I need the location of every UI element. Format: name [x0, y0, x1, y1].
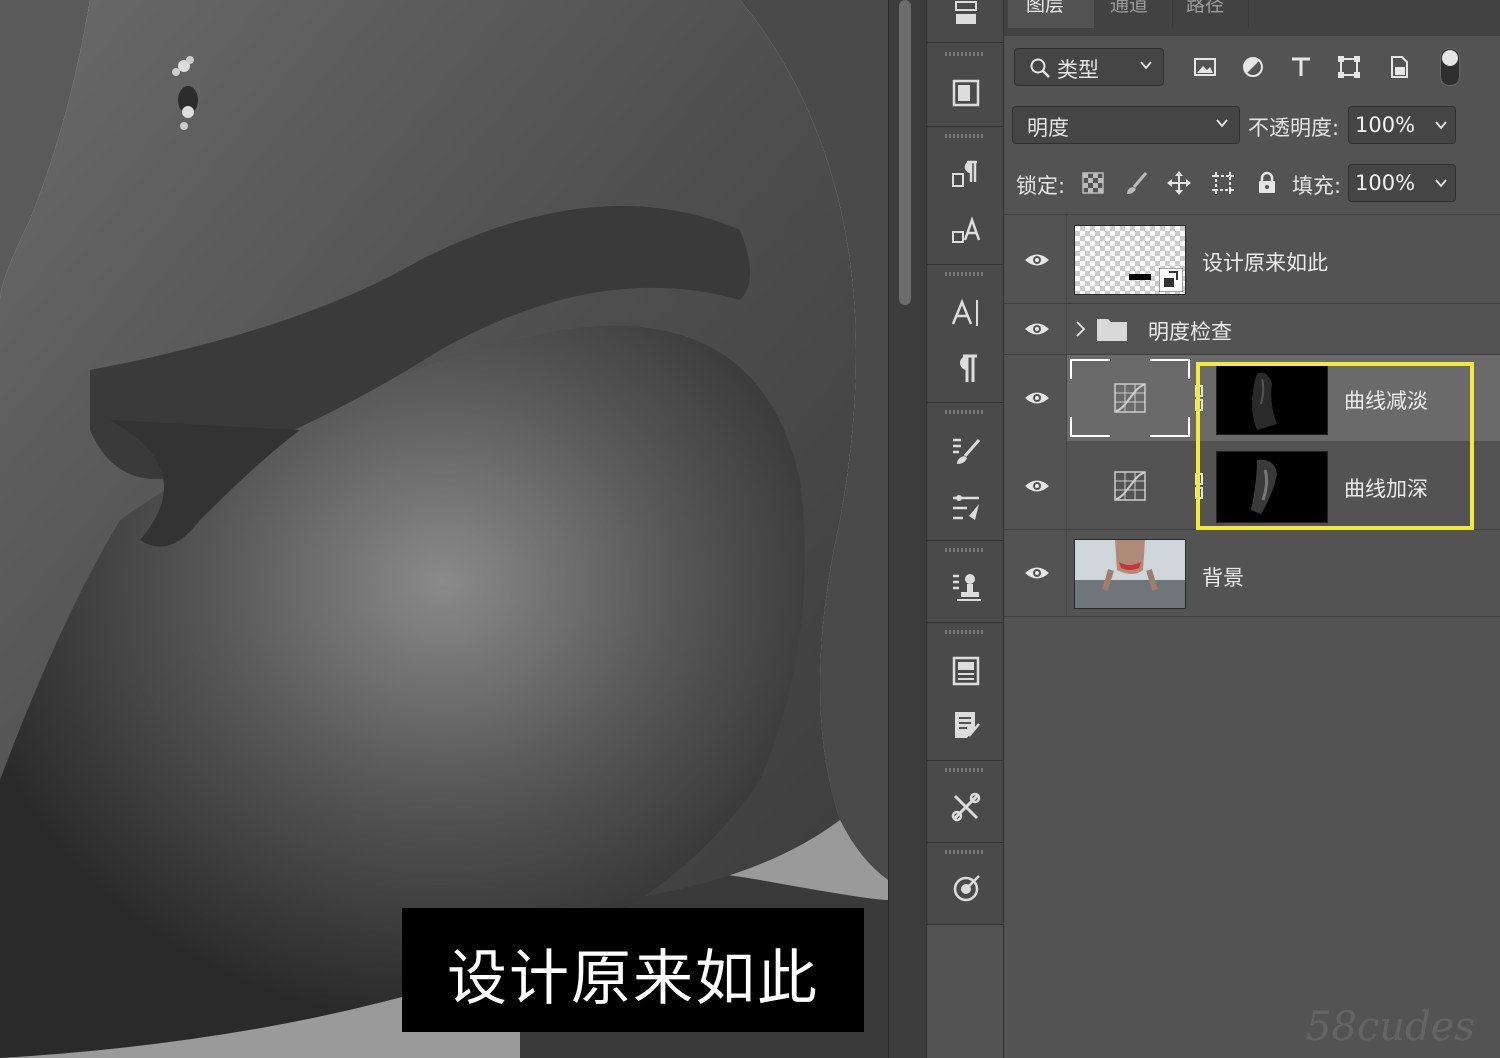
strip-grip[interactable] [945, 52, 985, 56]
lock-artboard-icon[interactable] [1208, 168, 1238, 198]
strip-separator [927, 402, 1003, 403]
curves-icon[interactable] [1114, 471, 1146, 501]
character-styles-icon[interactable] [949, 214, 983, 248]
chevron-down-icon [1435, 179, 1447, 188]
eye-icon[interactable] [1022, 314, 1052, 344]
chevron-right-icon[interactable] [1074, 319, 1088, 339]
filter-pixel-icon[interactable] [1190, 52, 1220, 82]
character-icon[interactable] [949, 296, 983, 330]
caption-box: 设计原来如此 [402, 908, 864, 1032]
clone-source-icon[interactable] [949, 570, 983, 604]
fill-dropdown[interactable] [1426, 164, 1456, 202]
filter-type-icon[interactable] [1286, 52, 1316, 82]
adjustment-thumbnail-selected[interactable] [1070, 359, 1190, 437]
strip-separator [927, 540, 1003, 541]
paragraph-styles-icon[interactable] [949, 158, 983, 192]
strip-separator [927, 126, 1003, 127]
strip-separator [927, 42, 1003, 43]
fill-input[interactable]: 100% [1348, 164, 1428, 202]
photo-image [0, 0, 888, 1058]
chevron-down-icon [1140, 61, 1152, 70]
strip-grip[interactable] [945, 850, 985, 854]
layer-row[interactable]: 设计原来如此 [1004, 215, 1500, 303]
paragraph-icon[interactable] [949, 352, 983, 386]
lock-paint-icon[interactable] [1122, 168, 1152, 198]
tab-channels[interactable]: 通道 [1092, 0, 1173, 28]
strip-grip[interactable] [945, 410, 985, 414]
tools-icon[interactable] [949, 790, 983, 824]
lock-label: 锁定: [1016, 174, 1066, 198]
filter-smart-object-icon[interactable] [1384, 52, 1414, 82]
document-canvas[interactable]: 设计原来如此 [0, 0, 888, 1058]
properties-icon[interactable] [949, 76, 983, 110]
opacity-label: 不透明度: [1248, 116, 1340, 140]
strip-grip[interactable] [945, 272, 985, 276]
highlight-annotation-box [1196, 362, 1474, 530]
layer-row[interactable]: 明度检查 [1004, 304, 1500, 354]
chevron-down-icon [1216, 119, 1228, 128]
notes-icon[interactable] [949, 708, 983, 742]
eye-icon[interactable] [1022, 471, 1052, 501]
watermark-text: 58cudes [1306, 1004, 1475, 1050]
filter-shape-icon[interactable] [1334, 52, 1364, 82]
strip-separator [927, 842, 1003, 843]
layer-divider [1004, 616, 1500, 617]
strip-separator [927, 760, 1003, 761]
layer-thumbnail [1074, 539, 1186, 609]
panel-icon-strip [926, 0, 1004, 1058]
strip-grip[interactable] [945, 630, 985, 634]
blend-mode-select[interactable]: 明度 [1012, 106, 1240, 144]
filter-label: 类型 [1057, 58, 1099, 82]
fill-label: 填充: [1292, 174, 1342, 198]
strip-separator [927, 924, 1003, 925]
brush-settings-icon[interactable] [949, 434, 983, 468]
tab-layers[interactable]: 图层 [1008, 0, 1094, 28]
opacity-dropdown[interactable] [1426, 106, 1456, 144]
opacity-input[interactable]: 100% [1348, 106, 1428, 144]
curves-icon [1114, 383, 1146, 413]
layer-name: 背景 [1202, 566, 1244, 590]
strip-separator [927, 622, 1003, 623]
chevron-down-icon [1435, 121, 1447, 130]
smart-object-badge-icon [1159, 268, 1183, 292]
filter-adjustment-icon[interactable] [1238, 52, 1268, 82]
eye-icon[interactable] [1022, 383, 1052, 413]
scrollbar-thumb[interactable] [899, 0, 911, 305]
layer-filter-select[interactable]: 类型 [1014, 48, 1164, 86]
canvas-scrollbar[interactable] [888, 0, 927, 1058]
layer-name: 设计原来如此 [1202, 251, 1328, 275]
search-icon [1030, 58, 1050, 78]
caption-text: 设计原来如此 [447, 944, 819, 1014]
filter-toggle[interactable] [1440, 48, 1460, 86]
3d-layers-icon[interactable] [949, 0, 983, 30]
layer-thumbnail [1074, 225, 1186, 295]
blend-mode-label: 明度 [1027, 116, 1069, 140]
lock-position-icon[interactable] [1164, 168, 1194, 198]
eye-icon[interactable] [1022, 245, 1052, 275]
tab-paths[interactable]: 路径 [1168, 0, 1249, 28]
eye-icon[interactable] [1022, 558, 1052, 588]
libraries-icon[interactable] [949, 654, 983, 688]
strip-grip[interactable] [945, 768, 985, 772]
layer-row[interactable]: 背景 [1004, 530, 1500, 616]
folder-icon [1097, 319, 1127, 341]
strip-grip[interactable] [945, 134, 985, 138]
layer-name: 明度检查 [1148, 320, 1232, 344]
lock-all-icon[interactable] [1252, 168, 1282, 198]
strip-grip[interactable] [945, 548, 985, 552]
strip-separator [927, 264, 1003, 265]
lock-transparent-icon[interactable] [1078, 168, 1108, 198]
panel-tab-bar: 图层 通道 路径 [1004, 0, 1500, 36]
brush-presets-icon[interactable] [949, 490, 983, 524]
adjustments-target-icon[interactable] [949, 872, 983, 906]
